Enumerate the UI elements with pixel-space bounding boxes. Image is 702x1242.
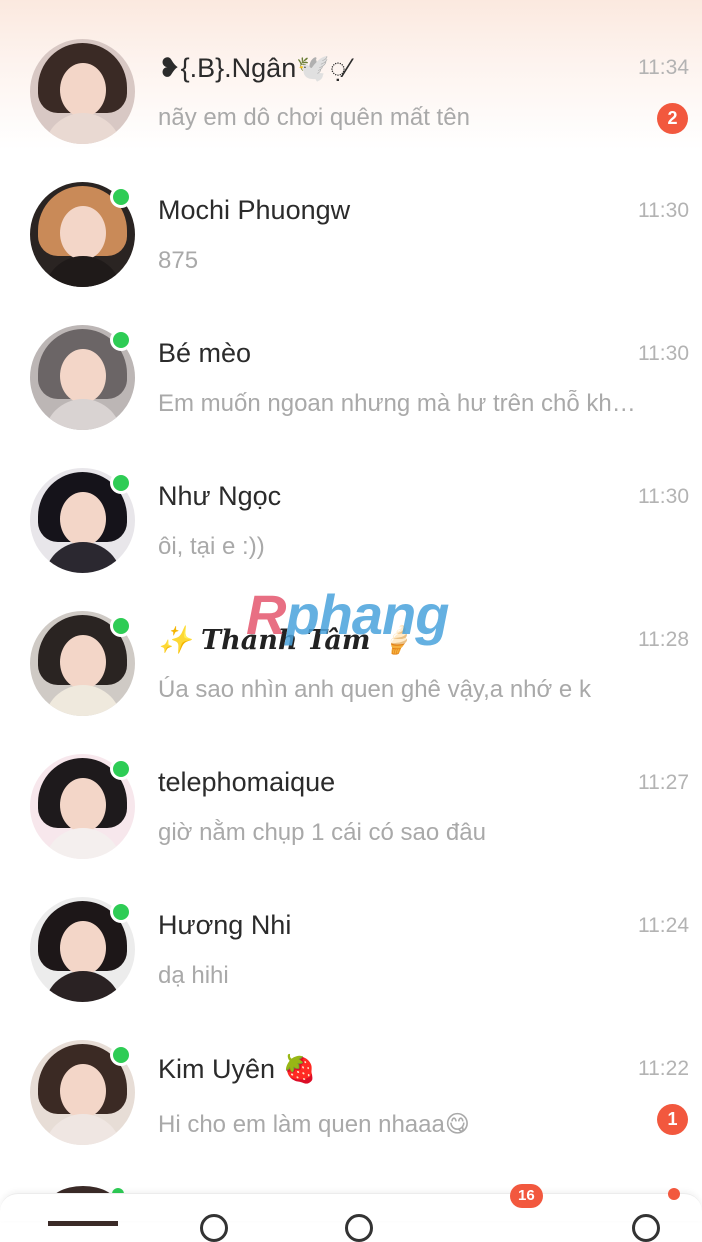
conversation-row[interactable]: Như Ngọc 11:30 ôi, tại e :)) [0,429,702,573]
conversation-row[interactable]: telephomaique 11:27 giờ nằm chụp 1 cái c… [0,715,702,859]
watermark-text: phang [285,583,449,646]
message-preview: dạ hihi [158,962,229,989]
avatar[interactable] [30,897,135,1002]
message-preview: ôi, tại e :)) [158,533,265,560]
message-time: 11:27 [638,771,689,794]
message-time: 11:22 [638,1057,689,1080]
nav-discover-icon[interactable] [345,1214,373,1242]
message-preview: Em muốn ngoan nhưng mà hư trên chỗ kh… [158,390,636,417]
nav-messages-badge: 16 [510,1184,543,1208]
contact-name: telephomaique [158,767,336,797]
message-time: 11:28 [638,628,689,651]
conversation-row[interactable]: Bé mèo 11:30 Em muốn ngoan nhưng mà hư t… [0,286,702,430]
online-status-dot [110,758,132,780]
message-time: 11:30 [638,485,689,508]
message-time: 11:30 [638,199,689,222]
contact-name: Bé mèo [158,338,252,368]
online-status-dot [110,329,132,351]
message-preview: nãy em dô chơi quên mất tên [158,104,470,131]
unread-badge: 2 [657,103,688,134]
message-time: 11:34 [638,56,689,79]
message-time: 11:24 [638,914,689,937]
avatar[interactable] [30,1040,135,1145]
online-status-dot [110,615,132,637]
avatar[interactable] [30,611,135,716]
online-status-dot [110,1044,132,1066]
conversation-row[interactable]: ❥{.B}.Ngân🕊️◌̣⁄ 11:34 nãy em dô chơi quê… [0,0,702,144]
contact-name: ❥{.B}.Ngân🕊️◌̣⁄ [158,53,351,83]
conversation-row[interactable]: Mochi Phuongw 11:30 875 [0,143,702,287]
online-status-dot [110,186,132,208]
contact-name: Như Ngọc [158,481,282,511]
watermark-initial: R [246,583,286,646]
message-preview: 875 [158,247,199,274]
message-preview: giờ nằm chụp 1 cái có sao đâu [158,819,486,846]
online-status-dot [110,472,132,494]
watermark: Rphang [246,582,449,647]
contact-name: Hương Nhi [158,910,292,940]
message-preview: Hi cho em làm quen nhaaa😋 [158,1111,470,1138]
contact-name: Kim Uyên 🍓 [158,1054,317,1084]
nav-home-icon[interactable] [200,1214,228,1242]
avatar[interactable] [30,182,135,287]
contact-name: Mochi Phuongw [158,195,351,225]
avatar[interactable] [30,468,135,573]
nav-notification-dot [668,1188,680,1200]
online-status-dot [110,901,132,923]
conversation-row[interactable]: Hương Nhi 11:24 dạ hihi [0,858,702,1002]
unread-badge: 1 [657,1104,688,1135]
avatar[interactable] [30,325,135,430]
avatar[interactable] [30,39,135,144]
nav-profile-icon[interactable] [632,1214,660,1242]
avatar[interactable] [30,754,135,859]
message-time: 11:30 [638,342,689,365]
conversation-row[interactable]: Kim Uyên 🍓 11:22 Hi cho em làm quen nhaa… [0,1001,702,1145]
message-preview: Úa sao nhìn anh quen ghê vậy,a nhớ e k [158,676,591,703]
bottom-navigation: 16 [0,1184,702,1242]
